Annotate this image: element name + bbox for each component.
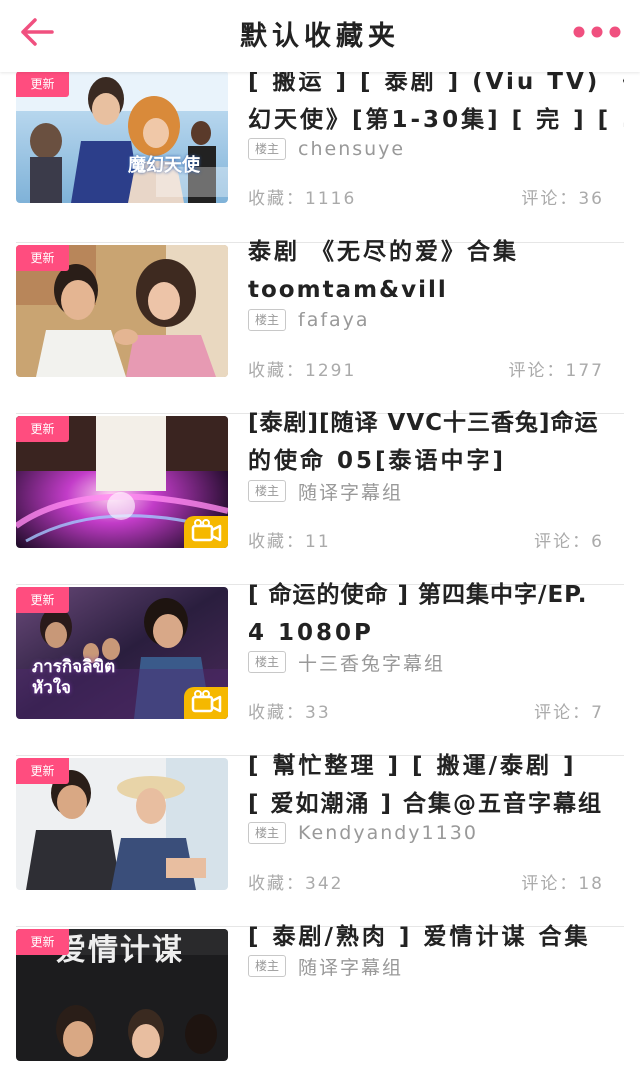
poster-row: 楼主 Kendyandy1130 (248, 820, 478, 846)
thumbnail-caption: 魔幻天使 (128, 155, 200, 176)
post-stats: 收藏：1116 评论：36 (248, 184, 604, 210)
post-thumbnail: 更新 (16, 245, 228, 377)
comment-count: 评论：177 (508, 361, 604, 381)
list-item[interactable]: ภารกิจลิขิตหัวใจ 更新 [ 命运的使命 ] 第四集中字/EP. … (0, 582, 640, 756)
poster-row: 楼主 随译字幕组 (248, 953, 403, 979)
thumbnail-caption: ภารกิจลิขิตหัวใจ (32, 657, 116, 698)
op-tag: 楼主 (248, 822, 287, 844)
poster-row: 楼主 随译字幕组 (248, 478, 403, 504)
poster-row: 楼主 十三香兔字幕组 (248, 649, 445, 675)
favorite-count: 收藏：11 (248, 532, 331, 552)
post-thumbnail: 更新 (16, 758, 228, 890)
list-item[interactable]: 爱情计谋 更新 [ 泰剧/熟肉 ] 爱情计谋 合集 楼主 随译字幕组 (0, 924, 640, 1067)
favorite-count: 收藏：1116 (248, 189, 357, 209)
post-thumbnail: 魔幻天使 更新 (16, 71, 228, 203)
post-title-line: 幻天使》[第1-30集] [ 完 ] [ … (248, 107, 624, 133)
post-title[interactable]: [ 泰剧/熟肉 ] 爱情计谋 合集 (248, 918, 624, 956)
poster-name[interactable]: 十三香兔字幕组 (298, 649, 445, 676)
comment-count: 评论：7 (534, 703, 604, 723)
post-title-line: toomtam&vill (248, 277, 448, 303)
more-button[interactable] (572, 22, 622, 42)
op-tag: 楼主 (248, 309, 287, 331)
post-title-line: 泰剧 《无尽的爱》合集 (248, 239, 520, 265)
post-stats: 收藏：33 评论：7 (248, 698, 604, 724)
favorite-count: 收藏：1291 (248, 361, 357, 381)
update-badge: 更新 (16, 71, 69, 97)
op-tag: 楼主 (248, 955, 287, 977)
op-tag: 楼主 (248, 138, 287, 160)
comment-count: 评论：36 (521, 189, 604, 209)
favorite-count: 收藏：342 (248, 874, 344, 894)
post-stats: 收藏：1291 评论：177 (248, 356, 604, 382)
post-title[interactable]: [ 搬运 ] [ 泰剧 ] (Viu TV) 《魔 幻天使》[第1-30集] [… (248, 63, 624, 139)
post-stats: 收藏：11 评论：6 (248, 527, 604, 553)
post-thumbnail: ภารกิจลิขิตหัวใจ 更新 (16, 587, 228, 719)
favorites-list: 魔幻天使 更新 [ 搬运 ] [ 泰剧 ] (Viu TV) 《魔 幻天使》[第… (0, 69, 640, 1067)
list-item[interactable]: 更新 泰剧 《无尽的爱》合集 toomtam&vill 楼主 fafaya 收藏… (0, 239, 640, 414)
video-badge (184, 687, 228, 719)
video-badge (184, 516, 228, 548)
poster-row: 楼主 fafaya (248, 307, 370, 333)
post-title[interactable]: [ 幫忙整理 ] [ 搬運/泰剧 ] [ 爱如潮涌 ] 合集@五音字幕组 (248, 747, 624, 823)
thumbnail-caption: 爱情计谋 (56, 933, 184, 968)
list-item[interactable]: 更新 [ 幫忙整理 ] [ 搬運/泰剧 ] [ 爱如潮涌 ] 合集@五音字幕组 … (0, 753, 640, 927)
post-title-line: 的使命 05[泰语中字] (248, 448, 507, 474)
post-thumbnail: 爱情计谋 更新 (16, 929, 228, 1061)
poster-row: 楼主 chensuye (248, 136, 405, 162)
post-title-line: 4 1080P (248, 620, 374, 646)
favorite-count: 收藏：33 (248, 703, 331, 723)
list-item[interactable]: 更新 [泰剧][随译 VVC十三香兔]命运 的使命 05[泰语中字] 楼主 随译… (0, 410, 640, 585)
post-title-line: [泰剧][随译 VVC十三香兔]命运 (248, 410, 599, 436)
poster-name[interactable]: 随译字幕组 (298, 953, 403, 980)
video-camera-icon (191, 519, 222, 542)
post-thumbnail: 更新 (16, 416, 228, 548)
video-camera-icon (191, 690, 222, 713)
list-item[interactable]: 魔幻天使 更新 [ 搬运 ] [ 泰剧 ] (Viu TV) 《魔 幻天使》[第… (0, 69, 640, 243)
op-tag: 楼主 (248, 480, 287, 502)
poster-name[interactable]: fafaya (298, 309, 370, 331)
post-title-line: [ 幫忙整理 ] [ 搬運/泰剧 ] (248, 753, 577, 779)
update-badge: 更新 (16, 758, 69, 784)
update-badge: 更新 (16, 245, 69, 271)
comment-count: 评论：18 (521, 874, 604, 894)
post-title[interactable]: [泰剧][随译 VVC十三香兔]命运 的使命 05[泰语中字] (248, 404, 624, 480)
top-nav-bar: 默认收藏夹 (0, 0, 640, 72)
update-badge: 更新 (16, 587, 69, 613)
more-dots-icon (573, 26, 621, 38)
op-tag: 楼主 (248, 651, 287, 673)
poster-name[interactable]: 随译字幕组 (298, 478, 403, 505)
post-title-line: [ 命运的使命 ] 第四集中字/EP. (248, 582, 588, 608)
comment-count: 评论：6 (534, 532, 604, 552)
post-title-line: [ 泰剧/熟肉 ] 爱情计谋 合集 (248, 924, 591, 950)
post-title[interactable]: [ 命运的使命 ] 第四集中字/EP. 4 1080P (248, 576, 624, 652)
post-title[interactable]: 泰剧 《无尽的爱》合集 toomtam&vill (248, 233, 624, 309)
update-badge: 更新 (16, 416, 69, 442)
poster-name[interactable]: chensuye (298, 138, 405, 160)
update-badge: 更新 (16, 929, 69, 955)
poster-name[interactable]: Kendyandy1130 (298, 822, 478, 844)
post-stats: 收藏：342 评论：18 (248, 869, 604, 895)
post-title-line: [ 爱如潮涌 ] 合集@五音字幕组 (248, 791, 604, 817)
page-title: 默认收藏夹 (240, 21, 400, 52)
